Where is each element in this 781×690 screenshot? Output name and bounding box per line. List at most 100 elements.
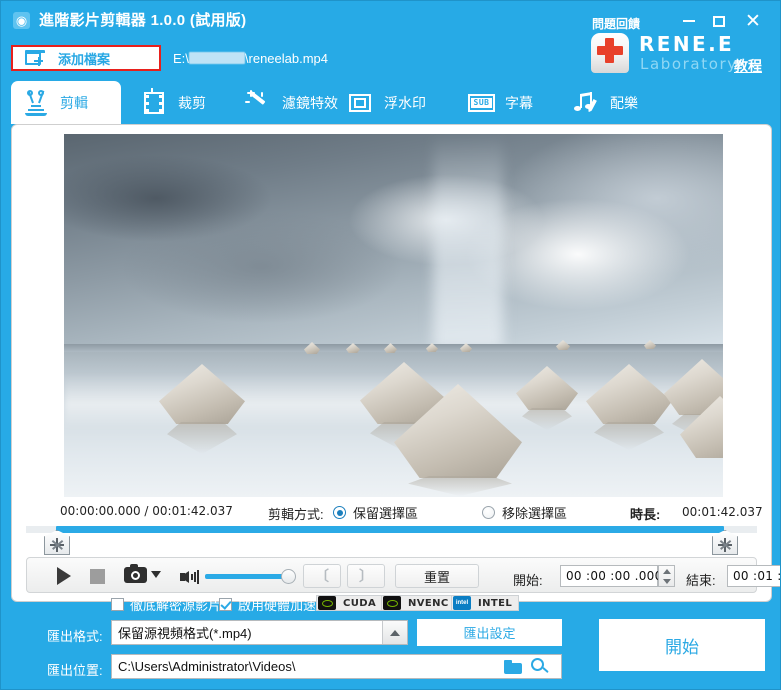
tab-soundtrack[interactable]: 配樂 <box>561 81 655 124</box>
mark-out-button[interactable]: 〕 <box>347 564 385 588</box>
start-time-input[interactable]: 00 :00 :00 .000 <box>560 565 662 587</box>
trim-handle-left[interactable] <box>44 530 70 555</box>
video-frame-image <box>64 134 723 497</box>
magic-wand-icon <box>243 89 273 116</box>
start-time-stepper[interactable] <box>658 565 675 587</box>
tab-crop[interactable]: 裁剪 <box>129 81 227 124</box>
mark-in-button[interactable]: 〔 <box>303 564 341 588</box>
intel-icon: intel <box>453 596 471 610</box>
file-path-prefix: E:\ <box>173 51 189 66</box>
feedback-link[interactable]: 問題回饋 <box>592 15 640 32</box>
red-cross-key-icon <box>587 31 633 75</box>
radio-remove-selection[interactable]: 移除選擇區 <box>482 503 567 522</box>
folder-icon[interactable] <box>504 660 522 674</box>
stop-button[interactable] <box>86 565 108 587</box>
duration-value: 00:01:42.037 <box>682 505 763 519</box>
film-crop-icon <box>139 87 169 116</box>
tab-subtitle-label: 字幕 <box>505 94 533 111</box>
current-file-path: E:\ \reneelab.mp4 <box>173 51 328 66</box>
end-time-label: 結束: <box>686 573 716 588</box>
add-file-button[interactable]: 添加檔案 <box>11 45 161 71</box>
maximize-icon <box>713 15 725 27</box>
subtitle-icon-text: SUB <box>471 97 492 108</box>
tab-filter-effects[interactable]: 濾鏡特效 <box>233 81 351 124</box>
start-button[interactable]: 開始 <box>599 619 765 671</box>
play-icon <box>57 567 71 585</box>
volume-icon[interactable] <box>180 569 200 585</box>
maximize-button[interactable] <box>708 11 730 31</box>
badge-nvenc[interactable]: NVENC <box>381 595 456 611</box>
folder-plus-icon <box>25 50 45 66</box>
tutorial-link[interactable]: 教程 <box>734 56 762 76</box>
video-preview[interactable] <box>64 134 723 497</box>
tab-edit[interactable]: 剪輯 <box>11 81 121 124</box>
export-format-label: 匯出格式: <box>47 629 103 644</box>
minimize-icon <box>683 20 695 22</box>
close-icon: ✕ <box>745 10 761 32</box>
current-time-display: 00:00:00.000 / 00:01:42.037 <box>60 504 233 518</box>
camera-icon <box>123 564 147 583</box>
radio-keep-label: 保留選擇區 <box>353 506 419 521</box>
checkbox-hwaccel-label: 啟用硬體加速 <box>238 598 317 613</box>
export-location-value: C:\Users\Administrator\Videos\ <box>118 659 296 674</box>
export-format-chevron-up-icon[interactable] <box>382 621 407 644</box>
export-format-select[interactable]: 保留源視頻格式(*.mp4) <box>111 620 408 645</box>
checkbox-decrypt-indicator <box>111 598 124 611</box>
snapshot-button[interactable] <box>123 564 147 585</box>
tab-watermark[interactable]: 浮水印 <box>335 81 433 124</box>
window-title: 進階影片剪輯器 1.0.0 (試用版) <box>39 12 247 29</box>
close-button[interactable]: ✕ <box>742 11 764 31</box>
brand-subtitle: Laboratory <box>640 55 738 73</box>
nvidia-icon <box>383 596 401 610</box>
subtitle-icon: SUB <box>466 90 496 116</box>
badge-cuda[interactable]: CUDA <box>316 595 384 611</box>
minimize-button[interactable] <box>678 11 700 31</box>
reset-button[interactable]: 重置 <box>395 564 479 588</box>
badge-intel[interactable]: intel INTEL <box>451 595 520 611</box>
snapshot-dropdown-chevron-down-icon[interactable] <box>151 571 161 578</box>
checkbox-hwaccel-indicator <box>219 598 232 611</box>
duration-label: 時長: <box>630 507 661 522</box>
export-location-input[interactable]: C:\Users\Administrator\Videos\ <box>111 654 562 679</box>
stepper-down-icon <box>662 578 671 584</box>
start-time-value: 00 :00 :00 .000 <box>566 569 663 583</box>
app-window: ◉ 進階影片剪輯器 1.0.0 (試用版) 問題回饋 ✕ RENE.E Labo… <box>0 0 781 690</box>
scissors-icon <box>21 89 51 116</box>
stop-icon <box>89 568 105 584</box>
play-button[interactable] <box>53 565 75 587</box>
stepper-up-icon <box>662 568 671 574</box>
tab-crop-label: 裁剪 <box>178 94 206 111</box>
radio-keep-selection[interactable]: 保留選擇區 <box>333 503 418 522</box>
tab-filter-effects-label: 濾鏡特效 <box>282 94 338 111</box>
export-location-label: 匯出位置: <box>47 663 103 678</box>
trim-selected-range[interactable] <box>56 526 724 533</box>
volume-slider-track[interactable] <box>205 574 293 579</box>
badge-intel-label: INTEL <box>478 597 513 609</box>
cut-mode-label: 剪輯方式: <box>268 507 324 522</box>
export-format-value: 保留源視頻格式(*.mp4) <box>118 626 252 641</box>
badge-nvenc-label: NVENC <box>408 597 449 609</box>
end-time-input[interactable]: 00 :01 :42 .037 <box>727 565 780 587</box>
tab-subtitle[interactable]: SUB 字幕 <box>456 81 550 124</box>
volume-slider-knob[interactable] <box>281 569 296 584</box>
search-icon[interactable] <box>531 658 551 677</box>
timeline-info-row: 00:00:00.000 / 00:01:42.037 剪輯方式: 保留選擇區 … <box>12 501 771 523</box>
export-settings-button[interactable]: 匯出設定 <box>417 619 562 646</box>
checkbox-hardware-acceleration[interactable]: 啟用硬體加速 <box>219 595 316 614</box>
tab-edit-label: 剪輯 <box>60 94 88 111</box>
app-film-reel-icon: ◉ <box>13 12 30 29</box>
add-file-label: 添加檔案 <box>58 51 111 67</box>
end-time-value: 00 :01 :42 .037 <box>733 569 780 583</box>
trim-handle-right[interactable] <box>712 530 738 555</box>
watermark-icon <box>345 90 375 116</box>
file-path-suffix: \reneelab.mp4 <box>244 51 329 66</box>
trim-slider[interactable] <box>26 523 757 557</box>
checkbox-decrypt-label: 徹底解密源影片 <box>130 598 222 613</box>
brand-name: RENE.E <box>639 32 735 56</box>
radio-remove-indicator <box>482 506 495 519</box>
tab-bar: 剪輯 裁剪 濾鏡特效 浮水印 SUB 字幕 配樂 <box>1 81 780 124</box>
music-note-icon <box>571 90 601 116</box>
badge-cuda-label: CUDA <box>343 597 377 609</box>
checkbox-decrypt-source[interactable]: 徹底解密源影片 <box>111 595 221 614</box>
editor-panel: 00:00:00.000 / 00:01:42.037 剪輯方式: 保留選擇區 … <box>11 124 780 602</box>
